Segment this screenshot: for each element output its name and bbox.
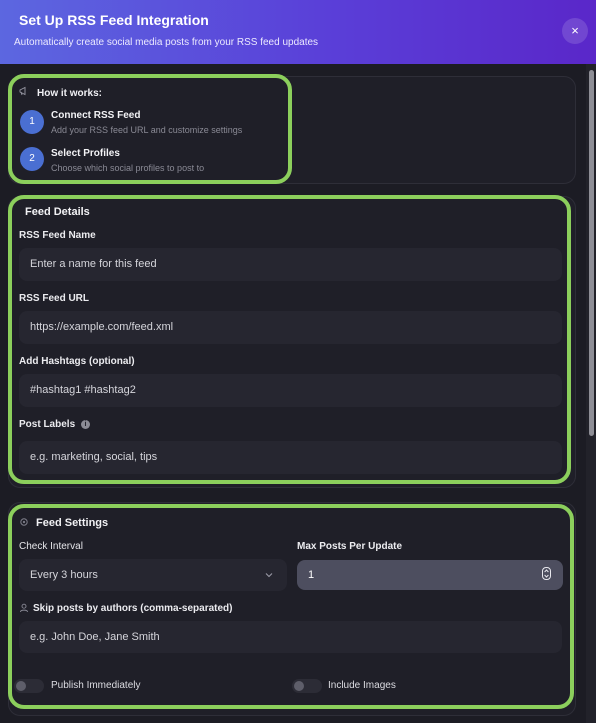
info-icon[interactable]: i — [81, 420, 90, 429]
feed-url-label: RSS Feed URL — [19, 293, 90, 304]
hashtags-label: Add Hashtags (optional) — [19, 356, 135, 367]
include-images-label: Include Images — [328, 680, 396, 691]
feed-details-title: Feed Details — [25, 206, 90, 218]
publish-immediately-label: Publish Immediately — [51, 680, 141, 691]
max-posts-value: 1 — [308, 569, 315, 581]
feed-settings-title: Feed Settings — [36, 517, 109, 529]
dialog-subtitle: Automatically create social media posts … — [14, 37, 319, 48]
user-icon — [20, 603, 28, 613]
step-desc-1: Add your RSS feed URL and customize sett… — [51, 125, 243, 135]
max-posts-label: Max Posts Per Update — [297, 541, 403, 552]
post-labels-input[interactable]: e.g. marketing, social, tips — [19, 441, 562, 474]
step-title-2: Select Profiles — [51, 148, 120, 159]
dialog-title: Set Up RSS Feed Integration — [19, 12, 209, 28]
check-interval-select[interactable]: Every 3 hours — [19, 559, 287, 591]
toggle-knob — [16, 681, 26, 691]
dialog-header: Set Up RSS Feed Integration Automaticall… — [0, 0, 596, 64]
include-images-toggle[interactable] — [292, 679, 322, 693]
post-labels-label: Post Labels — [19, 419, 76, 430]
step-badge-2: 2 — [20, 147, 44, 171]
chevron-down-icon — [265, 573, 273, 578]
check-interval-value: Every 3 hours — [30, 569, 98, 581]
skip-authors-label: Skip posts by authors (comma-separated) — [33, 603, 233, 614]
stepper-icon[interactable] — [542, 567, 551, 580]
skip-authors-input[interactable]: e.g. John Doe, Jane Smith — [19, 621, 562, 653]
feed-name-label: RSS Feed Name — [19, 230, 96, 241]
feed-name-input[interactable]: Enter a name for this feed — [19, 248, 562, 281]
hashtags-input[interactable]: #hashtag1 #hashtag2 — [19, 374, 562, 407]
scrollbar-thumb[interactable] — [589, 70, 594, 436]
toggle-knob — [294, 681, 304, 691]
feed-url-input[interactable]: https://example.com/feed.xml — [19, 311, 562, 344]
step-title-1: Connect RSS Feed — [51, 110, 141, 121]
check-interval-label: Check Interval — [19, 541, 83, 552]
close-icon: × — [571, 23, 579, 38]
step-desc-2: Choose which social profiles to post to — [51, 163, 205, 173]
close-button[interactable]: × — [562, 18, 588, 44]
max-posts-input[interactable]: 1 — [297, 560, 563, 590]
megaphone-icon — [19, 86, 26, 96]
gear-icon — [20, 518, 28, 526]
step-badge-1: 1 — [20, 110, 44, 134]
publish-immediately-toggle[interactable] — [14, 679, 44, 693]
how-it-works-title: How it works: — [37, 88, 103, 99]
